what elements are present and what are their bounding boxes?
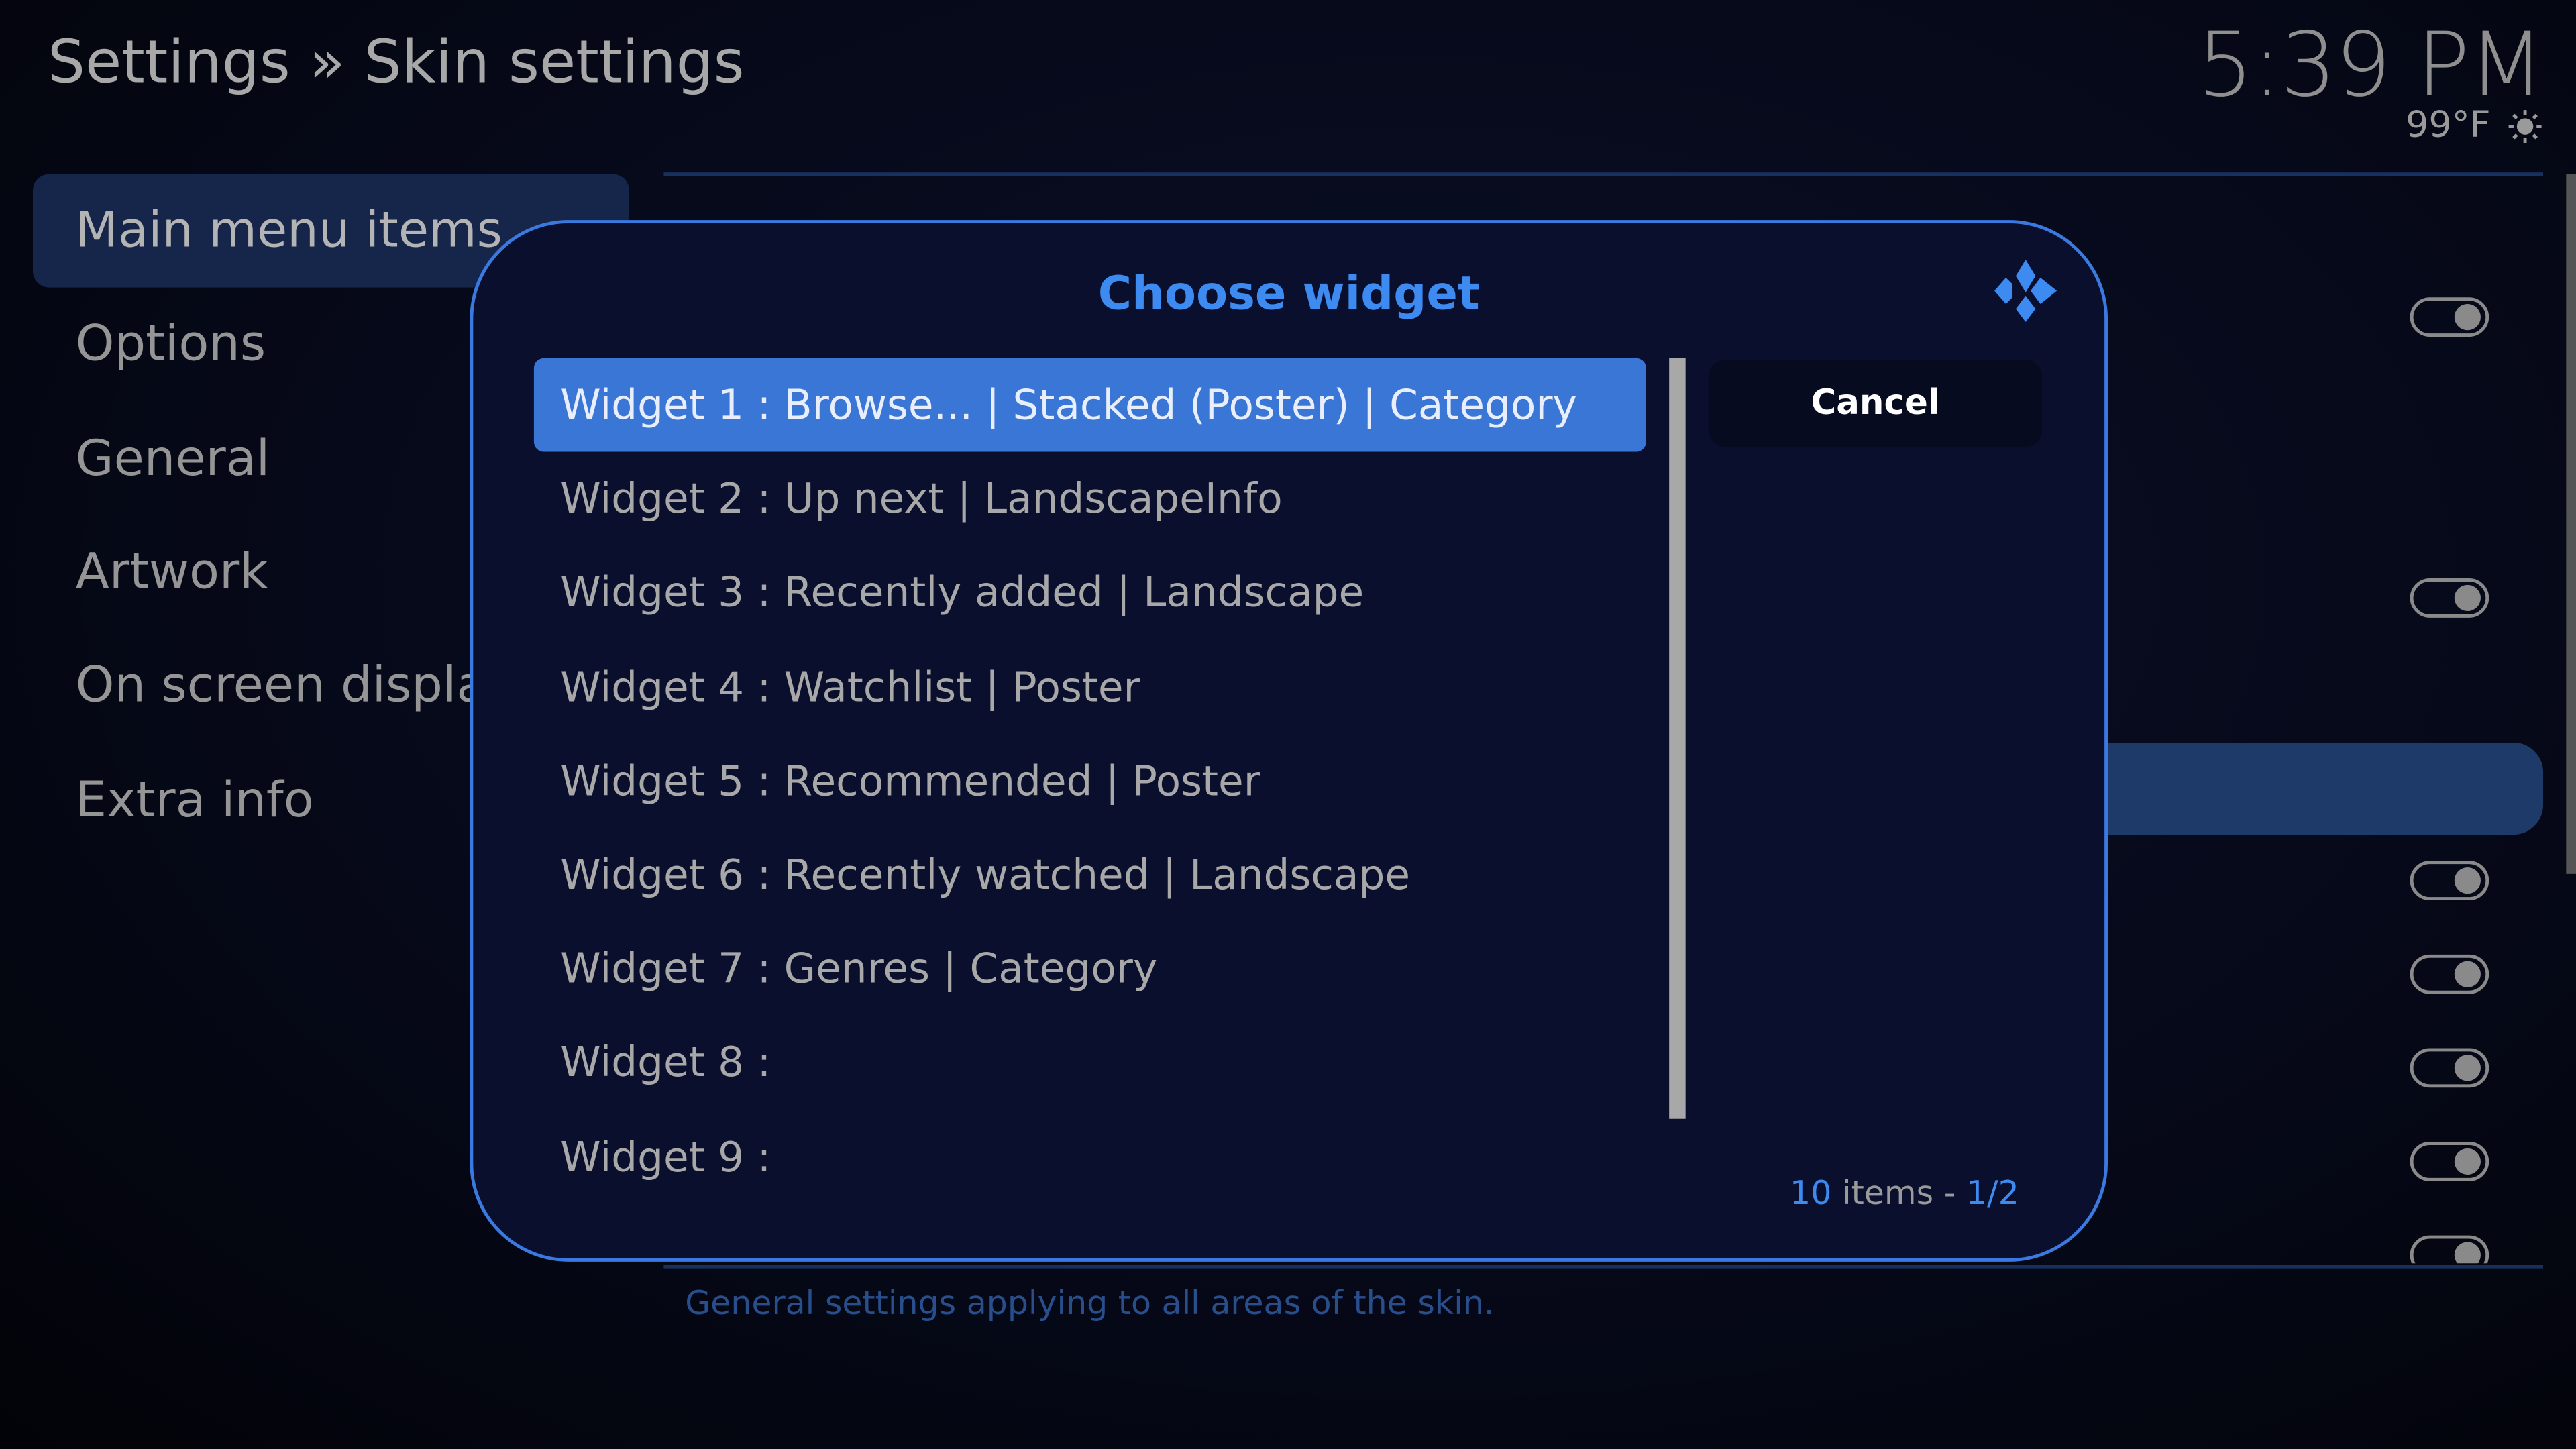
dialog-title: Choose widget [1097, 266, 1480, 321]
widget-list-item[interactable]: Widget 3 : Recently added | Landscape [534, 546, 1646, 640]
toggle-switch[interactable] [2410, 1048, 2489, 1088]
widget-list-item[interactable]: Widget 6 : Recently watched | Landscape [534, 828, 1646, 922]
page-title: Settings » Skin settings [48, 30, 745, 97]
divider [663, 1265, 2544, 1269]
item-count: 10 items - 1/2 [1790, 1173, 2019, 1213]
widget-list-item[interactable]: Widget 8 : [534, 1016, 1646, 1110]
toggle-switch[interactable] [2410, 578, 2489, 618]
widget-list-item[interactable]: Widget 5 : Recommended | Poster [534, 734, 1646, 828]
toggle-switch[interactable] [2410, 1235, 2489, 1264]
widget-list-item[interactable]: Widget 2 : Up next | LandscapeInfo [534, 452, 1646, 546]
divider [663, 172, 2544, 176]
kodi-logo-icon [1994, 259, 2057, 323]
cancel-button[interactable]: Cancel [1708, 360, 2043, 447]
settings-scrollbar[interactable] [2566, 174, 2576, 874]
widget-list-item[interactable]: Widget 4 : Watchlist | Poster [534, 640, 1646, 734]
list-scrollbar[interactable] [1669, 358, 1686, 1119]
setting-description: General settings applying to all areas o… [685, 1283, 1495, 1323]
count-number: 10 [1790, 1173, 1832, 1213]
widget-list-item[interactable]: Widget 9 : [534, 1110, 1646, 1204]
temperature: 99°F [2406, 105, 2491, 146]
count-text: items - [1841, 1173, 1956, 1213]
toggle-switch[interactable] [2410, 861, 2489, 901]
toggle-switch[interactable] [2410, 1142, 2489, 1181]
toggle-clip [2399, 1232, 2498, 1264]
focused-setting-row[interactable] [2108, 742, 2544, 835]
widget-list-item[interactable]: Widget 1 : Browse... | Stacked (Poster) … [533, 358, 1646, 452]
widget-list-item[interactable]: Widget 7 : Genres | Category [534, 922, 1646, 1016]
toggle-switch[interactable] [2410, 297, 2489, 337]
sun-icon [2508, 109, 2542, 142]
toggle-switch[interactable] [2410, 954, 2489, 994]
page-indicator: 1/2 [1966, 1173, 2019, 1213]
clock: 5:39 PM [2197, 13, 2544, 117]
choose-widget-dialog: Choose widget Widget 1 : Browse... | Sta… [470, 220, 2108, 1262]
kodi-skin-settings-screen: Settings » Skin settings 5:39 PM 99°F Ma… [0, 0, 2576, 1449]
weather: 99°F [2406, 105, 2543, 146]
